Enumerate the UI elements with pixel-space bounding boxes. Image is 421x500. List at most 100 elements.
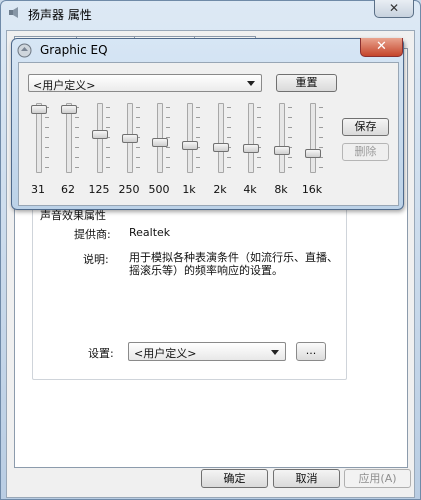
cancel-button[interactable]: 取消 <box>273 469 340 488</box>
eq-band-label: 500 <box>148 183 170 196</box>
setting-more-button[interactable]: ... <box>296 342 326 361</box>
slider-tick <box>196 107 200 108</box>
preset-select-value: <用户定义> <box>33 79 96 92</box>
slider-tick <box>45 117 49 118</box>
eq-slider-thumb-16k[interactable] <box>305 149 321 159</box>
slider-tick <box>75 147 79 148</box>
slider-tick <box>75 167 79 168</box>
description-label: 说明: <box>83 253 109 266</box>
eq-band-label: 16k <box>301 183 323 196</box>
eq-slider-thumb-4k[interactable] <box>243 143 259 153</box>
slider-tick <box>196 157 200 158</box>
slider-tick <box>106 127 110 128</box>
slider-tick <box>106 117 110 118</box>
eq-band-label: 4k <box>243 183 257 196</box>
slider-tick <box>136 117 140 118</box>
slider-tick <box>257 167 261 168</box>
chevron-down-icon <box>247 81 255 86</box>
slider-tick <box>75 137 79 138</box>
slider-tick <box>288 157 292 158</box>
slider-tick <box>227 167 231 168</box>
slider-tick <box>166 147 170 148</box>
slider-tick <box>227 157 231 158</box>
slider-tick <box>166 167 170 168</box>
slider-tick <box>227 107 231 108</box>
slider-tick <box>257 157 261 158</box>
eq-band-label: 125 <box>88 183 110 196</box>
reset-button[interactable]: 重置 <box>276 74 337 92</box>
slider-tick <box>136 127 140 128</box>
window-close-button[interactable]: ✕ <box>374 0 414 18</box>
slider-tick <box>45 147 49 148</box>
setting-select[interactable]: <用户定义> <box>128 342 286 361</box>
ok-button[interactable]: 确定 <box>201 469 268 488</box>
slider-tick <box>319 147 323 148</box>
eq-band-label: 250 <box>118 183 140 196</box>
slider-tick <box>257 107 261 108</box>
slider-tick <box>136 147 140 148</box>
slider-tick <box>288 117 292 118</box>
eq-slider-track-1k[interactable] <box>187 103 193 173</box>
slider-tick <box>166 117 170 118</box>
slider-tick <box>45 137 49 138</box>
slider-tick <box>136 157 140 158</box>
chevron-down-icon <box>271 350 279 355</box>
slider-tick <box>136 107 140 108</box>
slider-tick <box>288 167 292 168</box>
slider-tick <box>288 107 292 108</box>
save-button[interactable]: 保存 <box>342 118 389 136</box>
setting-label: 设置: <box>88 347 114 360</box>
slider-tick <box>288 137 292 138</box>
provider-value: Realtek <box>129 226 171 239</box>
apply-button[interactable]: 应用(A) <box>344 469 411 488</box>
eq-band-label: 2k <box>213 183 227 196</box>
eq-app-icon <box>17 43 32 58</box>
eq-slider-thumb-62[interactable] <box>61 104 77 114</box>
slider-tick <box>227 127 231 128</box>
eq-dialog-title: Graphic EQ <box>40 43 108 57</box>
slider-tick <box>196 127 200 128</box>
slider-tick <box>75 117 79 118</box>
slider-tick <box>227 137 231 138</box>
eq-slider-thumb-250[interactable] <box>122 133 138 143</box>
eq-close-button[interactable]: ✕ <box>360 38 403 57</box>
eq-slider-thumb-500[interactable] <box>152 137 168 147</box>
eq-slider-thumb-31[interactable] <box>31 104 47 114</box>
slider-tick <box>166 107 170 108</box>
eq-slider-track-4k[interactable] <box>248 103 254 173</box>
slider-tick <box>45 167 49 168</box>
eq-slider-track-8k[interactable] <box>279 103 285 173</box>
eq-slider-track-2k[interactable] <box>218 103 224 173</box>
slider-tick <box>319 127 323 128</box>
slider-tick <box>319 117 323 118</box>
slider-tick <box>196 137 200 138</box>
slider-tick <box>166 127 170 128</box>
eq-band-label: 62 <box>61 183 75 196</box>
slider-tick <box>106 107 110 108</box>
eq-band-label: 8k <box>274 183 288 196</box>
slider-tick <box>196 117 200 118</box>
slider-tick <box>75 127 79 128</box>
eq-slider-track-16k[interactable] <box>310 103 316 173</box>
slider-tick <box>45 157 49 158</box>
eq-slider-thumb-8k[interactable] <box>274 145 290 155</box>
description-value: 用于模拟各种表演条件（如流行乐、直播、摇滚乐等）的频率响应的设置。 <box>129 251 338 277</box>
eq-slider-thumb-125[interactable] <box>92 130 108 140</box>
slider-tick <box>75 157 79 158</box>
slider-tick <box>196 167 200 168</box>
slider-tick <box>106 157 110 158</box>
eq-band-label: 31 <box>31 183 45 196</box>
delete-button[interactable]: 删除 <box>342 143 389 161</box>
eq-slider-thumb-2k[interactable] <box>213 142 229 152</box>
slider-tick <box>227 117 231 118</box>
slider-tick <box>288 127 292 128</box>
window-title: 扬声器 属性 <box>28 8 92 22</box>
provider-label: 提供商: <box>74 228 111 241</box>
slider-tick <box>136 167 140 168</box>
slider-tick <box>45 127 49 128</box>
preset-select[interactable]: <用户定义> <box>28 74 262 92</box>
slider-tick <box>257 117 261 118</box>
eq-slider-thumb-1k[interactable] <box>182 140 198 150</box>
setting-select-value: <用户定义> <box>134 347 197 360</box>
eq-band-label: 1k <box>182 183 196 196</box>
